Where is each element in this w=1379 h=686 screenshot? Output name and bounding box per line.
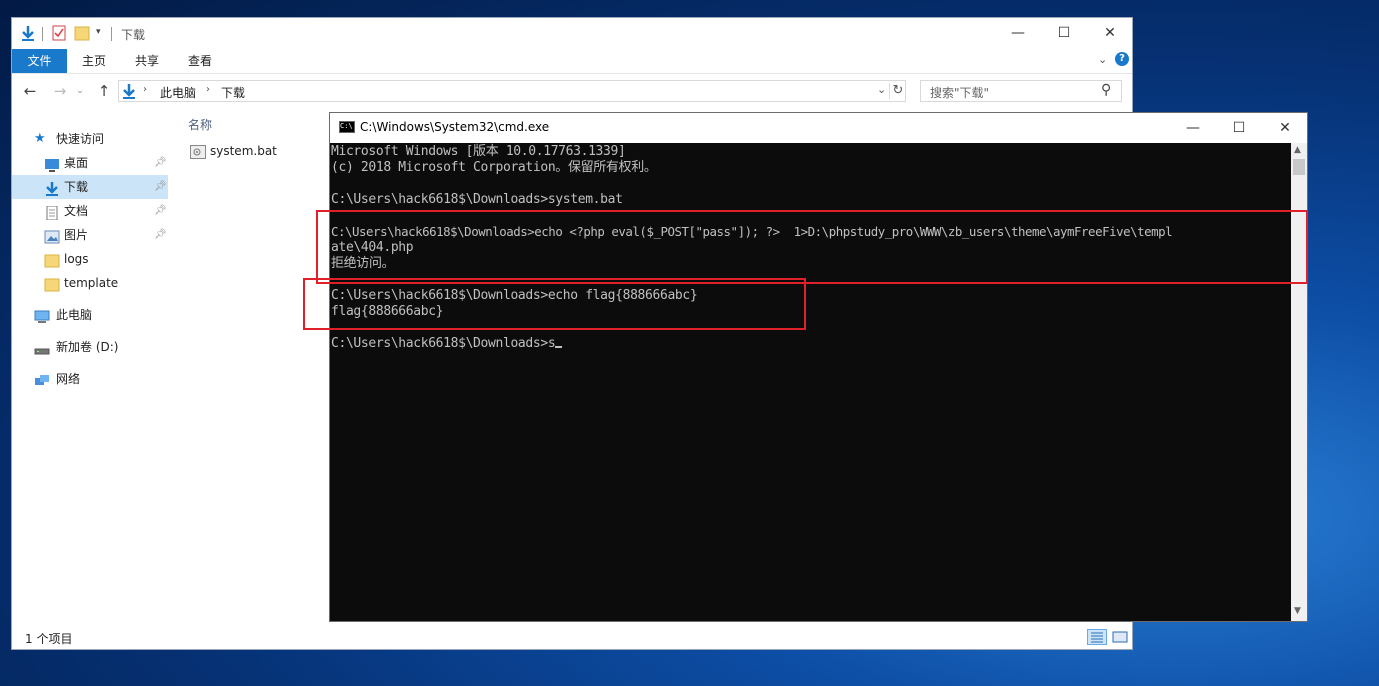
address-dropdown-icon[interactable]: ⌄ [877, 83, 886, 96]
forward-button[interactable]: → [50, 82, 70, 102]
nav-label: template [64, 276, 119, 290]
star-icon: ★ [34, 131, 46, 146]
tab-view[interactable]: 查看 [180, 49, 220, 73]
help-icon[interactable]: ? [1115, 52, 1129, 66]
highlight-box-echo-php [316, 210, 1308, 284]
download-icon [44, 180, 60, 196]
pin-icon: 📌︎ [154, 205, 167, 216]
nav-item-documents[interactable]: 文档 📌︎ [12, 199, 168, 223]
navigation-pane: ★ 快速访问 桌面 📌︎ 下载 📌︎ 文档 📌︎ 图片 📌︎ logs temp… [12, 108, 170, 628]
scroll-down-icon[interactable]: ▼ [1294, 606, 1301, 616]
nav-item-logs[interactable]: logs [12, 247, 168, 271]
close-button[interactable]: ✕ [1087, 18, 1133, 48]
nav-label: 此电脑 [56, 308, 93, 322]
search-icon[interactable]: ⚲ [1101, 82, 1111, 98]
text-cursor [555, 346, 563, 348]
separator [42, 27, 43, 41]
highlight-box-flag [303, 278, 806, 330]
tab-file[interactable]: 文件 [12, 49, 67, 73]
download-folder-icon [121, 83, 137, 102]
tab-home[interactable]: 主页 [74, 49, 114, 73]
customize-quick-access-icon[interactable]: ▾ [96, 27, 101, 37]
search-placeholder: 搜索"下载" [930, 86, 990, 100]
breadcrumb-downloads[interactable]: 下载 [221, 84, 245, 101]
file-name: system.bat [210, 144, 277, 158]
back-button[interactable]: ← [20, 82, 40, 102]
explorer-titlebar: ▾ 下载 — ☐ ✕ [12, 18, 1132, 49]
cmd-titlebar: C:\ C:\Windows\System32\cmd.exe — ☐ ✕ [330, 113, 1307, 143]
pin-icon: 📌︎ [154, 181, 167, 192]
nav-item-template[interactable]: template [12, 271, 168, 295]
pin-icon: 📌︎ [154, 157, 167, 168]
details-view-icon[interactable] [1087, 629, 1107, 645]
nav-label: 新加卷 (D:) [56, 340, 119, 354]
document-icon [44, 204, 60, 221]
minimize-button[interactable]: — [995, 18, 1041, 48]
cmd-minimize-button[interactable]: — [1170, 113, 1216, 143]
nav-label: 网络 [56, 372, 81, 386]
large-icons-view-icon[interactable] [1111, 629, 1129, 645]
nav-this-pc[interactable]: 此电脑 [12, 303, 168, 327]
file-item[interactable]: system.bat [184, 141, 304, 163]
cmd-title: C:\Windows\System32\cmd.exe [360, 120, 550, 134]
maximize-button[interactable]: ☐ [1041, 18, 1087, 48]
network-icon [34, 372, 50, 386]
properties-icon[interactable] [52, 25, 66, 41]
nav-drive-d[interactable]: 新加卷 (D:) [12, 335, 168, 359]
cmd-window: C:\ C:\Windows\System32\cmd.exe — ☐ ✕ Mi… [329, 112, 1308, 622]
nav-item-downloads[interactable]: 下载 📌︎ [12, 175, 168, 199]
cmd-close-button[interactable]: ✕ [1262, 113, 1308, 143]
folder-icon [44, 276, 60, 292]
console-line: Microsoft Windows [版本 10.0.17763.1339] [331, 144, 626, 159]
nav-label: 下载 [64, 180, 89, 194]
nav-quick-access[interactable]: ★ 快速访问 [12, 127, 168, 151]
column-header-name[interactable]: 名称 [188, 116, 212, 133]
address-bar[interactable]: › 此电脑 › 下载 ⌄ ↻ [118, 80, 906, 102]
breadcrumb-chevron-icon: › [206, 84, 210, 95]
console-line: C:\Users\hack6618$\Downloads>system.bat [331, 192, 623, 207]
up-button[interactable]: ↑ [94, 82, 114, 102]
address-row: ← → ⌄ ↑ › 此电脑 › 下载 ⌄ ↻ 搜索"下载" ⚲ [12, 74, 1132, 108]
pin-icon: 📌︎ [154, 229, 167, 240]
nav-label: 桌面 [64, 156, 89, 170]
nav-label: 快速访问 [56, 132, 105, 146]
nav-network[interactable]: 网络 [12, 367, 168, 391]
drive-icon [34, 340, 50, 355]
cmd-maximize-button[interactable]: ☐ [1216, 113, 1262, 143]
scroll-up-icon[interactable]: ▲ [1294, 145, 1301, 155]
console-prompt: C:\Users\hack6618$\Downloads>s [331, 336, 556, 351]
pictures-icon [44, 228, 60, 244]
refresh-icon[interactable]: ↻ [889, 83, 906, 99]
console-icon: C:\ [339, 121, 355, 133]
item-count: 1 个项目 [25, 632, 73, 646]
download-folder-icon [20, 25, 36, 41]
nav-label: 图片 [64, 228, 89, 242]
console-line: (c) 2018 Microsoft Corporation。保留所有权利。 [331, 160, 657, 175]
breadcrumb-this-pc[interactable]: 此电脑 [160, 84, 196, 101]
nav-label: 文档 [64, 204, 89, 218]
bat-file-icon [190, 145, 206, 162]
recent-locations-icon[interactable]: ⌄ [70, 82, 90, 102]
ribbon-tabs: 文件 主页 共享 查看 ⌄ ? [12, 49, 1132, 74]
separator [111, 27, 112, 41]
scrollbar-thumb[interactable] [1293, 159, 1305, 175]
status-bar: 1 个项目 [12, 625, 1132, 649]
folder-icon [44, 252, 60, 268]
computer-icon [34, 308, 50, 323]
console-prompt-line: C:\Users\hack6618$\Downloads>s [331, 336, 563, 352]
window-title: 下载 [121, 28, 146, 42]
tab-share[interactable]: 共享 [127, 49, 167, 73]
nav-item-pictures[interactable]: 图片 📌︎ [12, 223, 168, 247]
expand-ribbon-icon[interactable]: ⌄ [1098, 53, 1107, 66]
desktop-icon [44, 156, 60, 172]
breadcrumb-chevron-icon: › [143, 84, 147, 95]
nav-label: logs [64, 252, 89, 266]
new-folder-icon[interactable] [74, 25, 90, 41]
search-input[interactable]: 搜索"下载" ⚲ [920, 80, 1122, 102]
nav-item-desktop[interactable]: 桌面 📌︎ [12, 151, 168, 175]
